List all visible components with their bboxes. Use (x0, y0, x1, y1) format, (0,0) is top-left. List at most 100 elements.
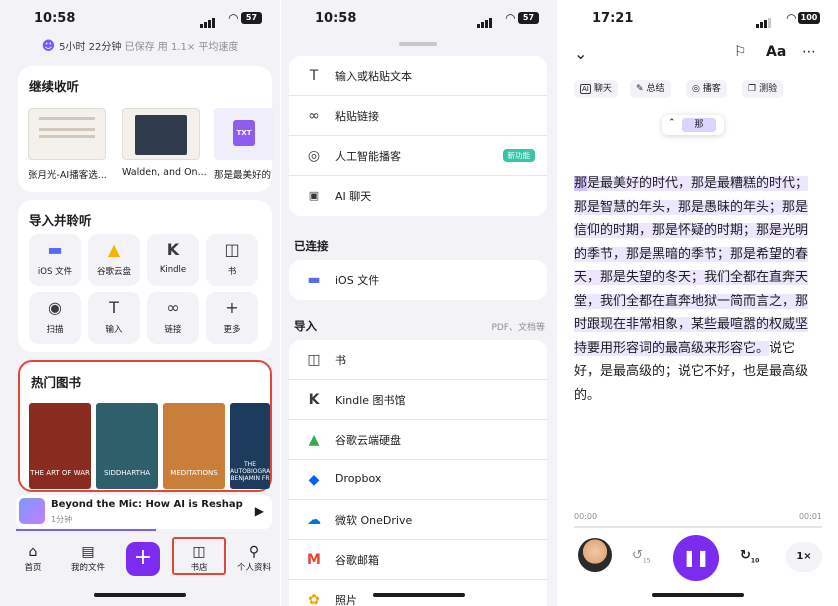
more-icon[interactable]: ⋯ (802, 44, 816, 60)
ai-icon: AI (580, 84, 591, 94)
home-indicator (373, 593, 465, 597)
section-title: 热门图书 (31, 375, 82, 390)
word-popup[interactable]: ⌃ 那 (662, 115, 724, 135)
continue-item-1[interactable] (28, 108, 106, 160)
link-icon: ∞ (308, 108, 320, 124)
summary-icon: ✎ (636, 84, 644, 94)
import-tile-more[interactable]: + 更多 (206, 292, 258, 344)
book-cover-siddhartha[interactable]: SIDDHARTHA (96, 403, 158, 489)
row-google-drive[interactable]: ▲ 谷歌云端硬盘 (289, 420, 547, 460)
skip-back-icon[interactable]: ↺15 (632, 548, 651, 565)
section-import: 导入 (294, 319, 317, 333)
continue-item-caption: Walden, and On... (122, 167, 206, 178)
google-drive-icon: ▲ (308, 432, 320, 448)
section-title: 继续收听 (29, 79, 80, 94)
font-settings-button[interactable]: Aa (766, 44, 786, 60)
tab-profile[interactable]: ⚲ 个人资料 (229, 543, 279, 573)
chip-podcast[interactable]: ◎ 播客 (686, 80, 727, 98)
text-icon: T (309, 68, 319, 84)
home-icon: ⌂ (28, 544, 38, 560)
mini-player[interactable]: Beyond the Mic: How AI is Reshaping Yo 1… (16, 495, 272, 529)
import-note: PDF、文档等 (491, 323, 545, 333)
continue-item-3[interactable]: TXT (214, 108, 274, 160)
ai-chat-icon: ▣ (308, 189, 320, 202)
battery-icon: 57 (518, 12, 539, 24)
camera-icon: ◉ (48, 298, 62, 317)
gmail-icon: M (307, 552, 321, 568)
text-icon: T (109, 298, 119, 317)
kindle-icon: K (166, 240, 180, 259)
import-tile-input[interactable]: T 输入 (88, 292, 140, 344)
bookstore-highlight (172, 537, 226, 575)
row-ai-chat[interactable]: ▣ AI 聊天 (289, 176, 547, 216)
kindle-icon: K (308, 392, 320, 408)
book-cover-autobiography[interactable]: THE AUTOBIOGRAPHY BENJAMIN FR (230, 403, 270, 489)
new-feature-badge: 新功能 (502, 149, 535, 162)
row-kindle[interactable]: K Kindle 图书馆 (289, 380, 547, 420)
add-button[interactable]: + (126, 542, 160, 576)
import-tile-kindle[interactable]: K Kindle (147, 234, 199, 286)
import-sheet-screen: 10:58 ◠ 57 T 输入或粘贴文本 ∞ 粘贴链接 ◎ 人工智能播客 新功能 ▣ AI… (281, 0, 557, 606)
home-screen: 10:58 ◠ 57 ☻ 5小时 22分钟 已保存 用 1.1× 平均速度 继续收… (0, 0, 280, 606)
signal-icon (477, 13, 493, 28)
import-tile-book[interactable]: ◫ 书 (206, 234, 258, 286)
import-tile-ios-files[interactable]: ▬ iOS 文件 (29, 234, 81, 286)
home-indicator (652, 593, 744, 597)
chip-ai-chat[interactable]: AI 聊天 (574, 80, 618, 98)
smile-icon: ☻ (41, 39, 56, 54)
total-time: 00:01 (798, 512, 822, 521)
status-time: 17:21 (592, 11, 634, 26)
row-onedrive[interactable]: ☁ 微软 OneDrive (289, 500, 547, 540)
import-sheet: T 输入或粘贴文本 ∞ 粘贴链接 ◎ 人工智能播客 新功能 ▣ AI 聊天 已连接 ▬ iO… (281, 34, 557, 606)
status-bar: 10:58 ◠ 57 (0, 10, 280, 28)
dropbox-icon: ◆ (308, 472, 320, 488)
playback-speed-button[interactable]: 1× (786, 542, 822, 572)
home-indicator (94, 593, 186, 597)
source-group: T 输入或粘贴文本 ∞ 粘贴链接 ◎ 人工智能播客 新功能 ▣ AI 聊天 (289, 56, 547, 216)
podcast-icon: ◎ (692, 84, 700, 94)
row-paste-link[interactable]: ∞ 粘贴链接 (289, 96, 547, 136)
import-tile-scan[interactable]: ◉ 扫描 (29, 292, 81, 344)
playback-scrubber[interactable] (574, 526, 822, 528)
book-cover-art-of-war[interactable]: THE ART OF WAR (29, 403, 91, 489)
quiz-icon: ❐ (748, 84, 757, 94)
chip-quiz[interactable]: ❐ 测验 (742, 80, 784, 98)
txt-file-icon: TXT (233, 120, 255, 146)
status-bar: 10:58 ◠ 57 (281, 10, 557, 28)
section-title: 导入并聆听 (29, 213, 92, 228)
mini-player-progress (16, 529, 156, 531)
link-icon: ∞ (166, 298, 180, 317)
continue-item-caption: 张月光-AI播客选... (28, 170, 107, 181)
status-time: 10:58 (315, 11, 357, 26)
pause-button[interactable]: ❚❚ (673, 535, 719, 581)
reading-text: 那是最美好的时代，那是最糟糕的时代；那是智慧的年头，那是愚昧的年头；那是信仰的时… (574, 172, 820, 407)
status-bar: 17:21 ◠ 100 (558, 10, 838, 28)
import-tile-link[interactable]: ∞ 链接 (147, 292, 199, 344)
google-drive-icon: ▲ (107, 240, 121, 259)
time-saved-banner: ☻ 5小时 22分钟 已保存 用 1.1× 平均速度 (41, 39, 239, 54)
bookmark-icon[interactable]: ⚐ (734, 44, 747, 60)
row-book[interactable]: ◫ 书 (289, 340, 547, 380)
skip-forward-icon[interactable]: ↻10 (740, 548, 759, 565)
folder-icon: ▬ (47, 240, 63, 259)
signal-icon (200, 13, 216, 28)
row-ios-files[interactable]: ▬ iOS 文件 (289, 260, 547, 300)
wifi-icon: ◠ (228, 11, 238, 25)
book-cover-meditations[interactable]: MEDITATIONS (163, 403, 225, 489)
play-icon[interactable]: ▶ (255, 504, 264, 518)
row-input-text[interactable]: T 输入或粘贴文本 (289, 56, 547, 96)
import-tile-google-drive[interactable]: ▲ 谷歌云盘 (88, 234, 140, 286)
row-gmail[interactable]: M 谷歌邮箱 (289, 540, 547, 580)
chip-summary[interactable]: ✎ 总结 (630, 80, 671, 98)
row-dropbox[interactable]: ◆ Dropbox (289, 460, 547, 500)
chevron-down-icon[interactable]: ⌄ (574, 44, 587, 63)
chevron-up-icon[interactable]: ⌃ (668, 118, 676, 128)
book-icon: ◫ (224, 240, 240, 259)
narrator-avatar[interactable] (578, 538, 612, 572)
sheet-grabber[interactable] (399, 42, 437, 46)
tab-home[interactable]: ⌂ 首页 (8, 543, 58, 573)
tab-my-files[interactable]: ▤ 我的文件 (63, 543, 113, 573)
continue-item-2[interactable] (122, 108, 200, 160)
row-ai-podcast[interactable]: ◎ 人工智能播客 新功能 (289, 136, 547, 176)
import-group: ◫ 书 K Kindle 图书馆 ▲ 谷歌云端硬盘 ◆ Dropbox ☁ 微软 OneD… (289, 340, 547, 606)
